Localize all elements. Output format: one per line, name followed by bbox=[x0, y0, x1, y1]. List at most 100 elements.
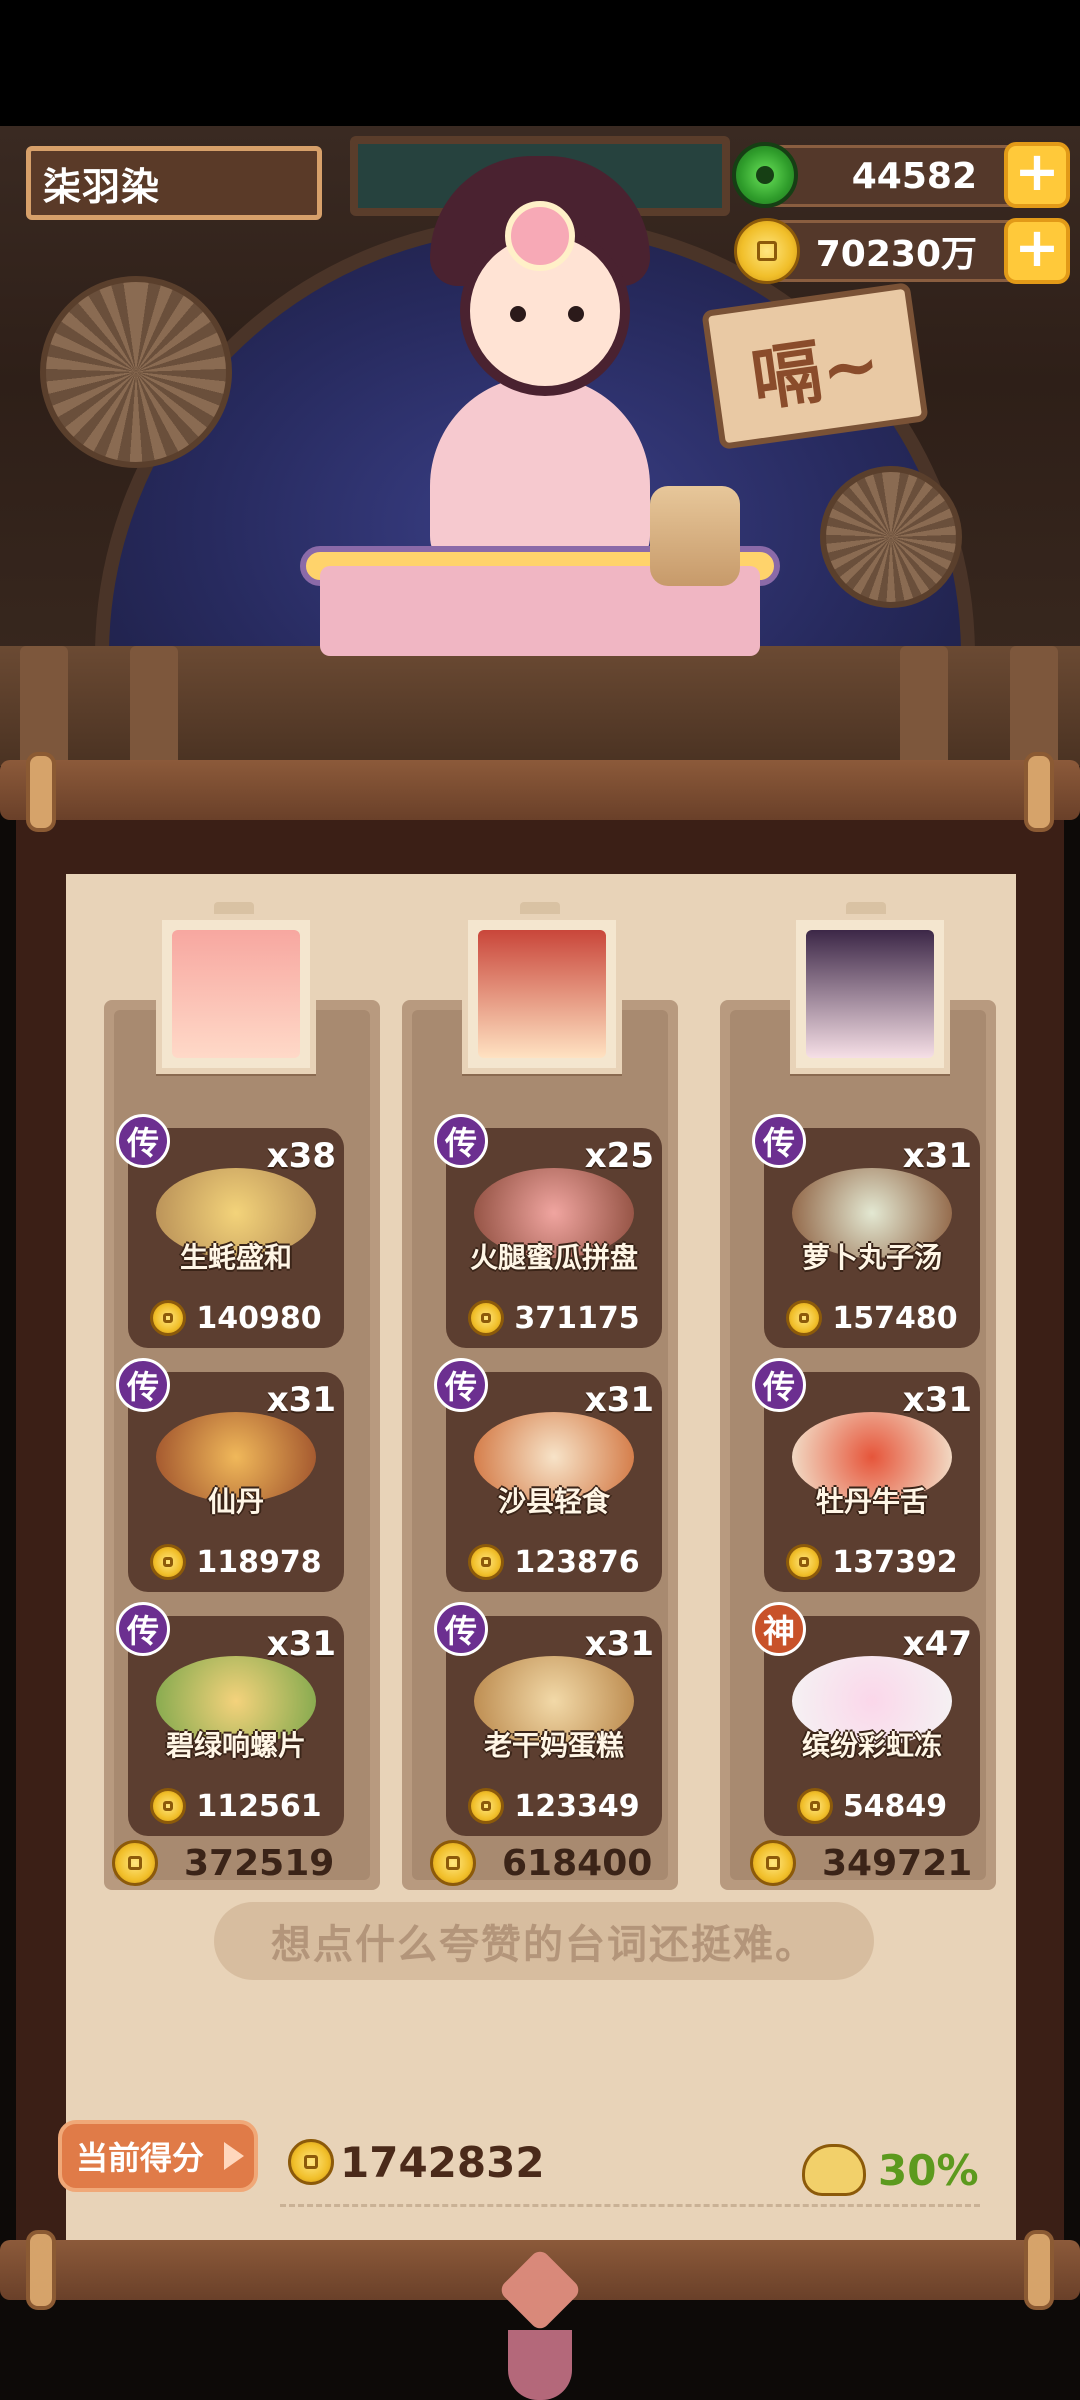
rail-post bbox=[20, 646, 68, 766]
tassel-ornament bbox=[490, 2247, 590, 2400]
dish-price: 371175 bbox=[446, 1298, 662, 1338]
fan-right-icon bbox=[820, 466, 962, 608]
dish-name: 火腿蜜瓜拼盘 bbox=[469, 1241, 638, 1274]
dish-quantity: x31 bbox=[584, 1380, 654, 1420]
dish-card[interactable]: 传 x31 老干妈蛋糕 123349 bbox=[434, 1602, 662, 1836]
rod-knob bbox=[1024, 2230, 1054, 2310]
column-total: 618400 bbox=[430, 1838, 652, 1888]
dish-quantity: x31 bbox=[584, 1624, 654, 1664]
scroll-top-rod bbox=[0, 760, 1080, 820]
coin-icon bbox=[786, 1300, 823, 1336]
flower-ornament-icon bbox=[505, 201, 575, 271]
dish-card[interactable]: 传 x31 碧绿响螺片 112561 bbox=[116, 1602, 344, 1836]
current-score-button[interactable]: 当前得分 bbox=[58, 2120, 258, 2192]
legend-badge: 传 bbox=[434, 1114, 488, 1168]
legend-badge: 传 bbox=[116, 1114, 170, 1168]
coin-icon bbox=[750, 1840, 796, 1886]
dish-card[interactable]: 传 x38 生蚝盛和 140980 bbox=[116, 1114, 344, 1348]
legend-badge: 传 bbox=[116, 1602, 170, 1656]
dish-card[interactable]: 神 x47 缤纷彩虹冻 54849 bbox=[752, 1602, 980, 1836]
legend-badge: 传 bbox=[434, 1358, 488, 1412]
player-name: 柒羽染 bbox=[43, 164, 161, 209]
piggy-bank-icon bbox=[802, 2144, 866, 2196]
dish-price: 123876 bbox=[446, 1542, 662, 1582]
dish-name: 生蚝盛和 bbox=[179, 1241, 292, 1274]
score-value: 1742832 bbox=[288, 2132, 545, 2192]
player-name-box[interactable]: 柒羽染 bbox=[26, 146, 322, 220]
column-total: 349721 bbox=[750, 1838, 972, 1888]
rod-knob bbox=[1024, 752, 1054, 832]
coin-icon bbox=[150, 1788, 187, 1824]
rail-post bbox=[1010, 646, 1058, 766]
coin-icon bbox=[468, 1544, 505, 1580]
fan-left-icon bbox=[40, 276, 232, 468]
dish-name: 沙县轻食 bbox=[497, 1485, 610, 1518]
dish-quantity: x25 bbox=[584, 1136, 654, 1176]
divine-badge: 神 bbox=[752, 1602, 806, 1656]
dish-price: 123349 bbox=[446, 1786, 662, 1826]
dish-price: 157480 bbox=[764, 1298, 980, 1338]
eye bbox=[568, 306, 584, 322]
dish-name: 老干妈蛋糕 bbox=[483, 1729, 624, 1762]
customer-quote: 想点什么夸赞的台词还挺难。 bbox=[214, 1902, 874, 1980]
dish-quantity: x31 bbox=[902, 1136, 972, 1176]
dish-quantity: x31 bbox=[266, 1624, 336, 1664]
divider bbox=[280, 2204, 980, 2207]
legend-badge: 传 bbox=[752, 1114, 806, 1168]
arrow-right-icon bbox=[224, 2142, 244, 2170]
dish-name: 萝卜丸子汤 bbox=[801, 1241, 942, 1274]
coin-icon bbox=[288, 2139, 334, 2185]
coin-icon bbox=[468, 1300, 505, 1336]
dish-card[interactable]: 传 x31 仙丹 118978 bbox=[116, 1358, 344, 1592]
dish-price: 137392 bbox=[764, 1542, 980, 1582]
coin-icon bbox=[112, 1840, 158, 1886]
coin-value: 70230万 bbox=[815, 234, 977, 275]
dish-name: 牡丹牛舌 bbox=[815, 1485, 928, 1518]
add-jade-plus: + bbox=[1014, 140, 1060, 203]
rod-knob bbox=[26, 752, 56, 832]
dish-card[interactable]: 传 x31 萝卜丸子汤 157480 bbox=[752, 1114, 980, 1348]
column-total: 372519 bbox=[112, 1838, 334, 1888]
dish-price: 54849 bbox=[764, 1786, 980, 1826]
dish-card[interactable]: 传 x25 火腿蜜瓜拼盘 371175 bbox=[434, 1114, 662, 1348]
customer-portrait-1[interactable] bbox=[156, 914, 316, 1074]
add-coin-plus: + bbox=[1014, 216, 1060, 279]
dish-price: 118978 bbox=[128, 1542, 344, 1582]
rail-post bbox=[130, 646, 178, 766]
jade-value: 44582 bbox=[851, 155, 977, 197]
coin-icon bbox=[468, 1788, 505, 1824]
dish-price: 112561 bbox=[128, 1786, 344, 1826]
eye bbox=[510, 306, 526, 322]
sticker-text: 嗝~ bbox=[746, 321, 886, 422]
dish-name: 缤纷彩虹冻 bbox=[801, 1729, 942, 1762]
dish-quantity: x31 bbox=[266, 1380, 336, 1420]
customer-portrait-3[interactable] bbox=[790, 914, 950, 1074]
add-jade-button[interactable]: + bbox=[1004, 142, 1070, 208]
add-coin-button[interactable]: + bbox=[1004, 218, 1070, 284]
dish-quantity: x47 bbox=[902, 1624, 972, 1664]
dish-card[interactable]: 传 x31 牡丹牛舌 137392 bbox=[752, 1358, 980, 1592]
dish-card[interactable]: 传 x31 沙县轻食 123876 bbox=[434, 1358, 662, 1592]
score-label: 当前得分 bbox=[76, 2139, 205, 2177]
coin-icon bbox=[786, 1544, 823, 1580]
coin-icon bbox=[796, 1788, 833, 1824]
legend-badge: 传 bbox=[116, 1358, 170, 1412]
dish-name: 仙丹 bbox=[207, 1485, 264, 1518]
dish-quantity: x31 bbox=[902, 1380, 972, 1420]
coin-icon bbox=[150, 1544, 187, 1580]
customer-portrait-2[interactable] bbox=[462, 914, 622, 1074]
coin-icon bbox=[734, 218, 800, 284]
coin-icon bbox=[430, 1840, 476, 1886]
coin-icon bbox=[150, 1300, 187, 1336]
stacked-bowls-icon bbox=[650, 486, 740, 586]
dish-quantity: x38 bbox=[266, 1136, 336, 1176]
dish-name: 碧绿响螺片 bbox=[165, 1729, 306, 1762]
dish-price: 140980 bbox=[128, 1298, 344, 1338]
status-bar bbox=[0, 0, 1080, 126]
burp-sticker: 嗝~ bbox=[701, 282, 929, 450]
rail-post bbox=[900, 646, 948, 766]
legend-badge: 传 bbox=[434, 1602, 488, 1656]
legend-badge: 传 bbox=[752, 1358, 806, 1412]
jade-icon bbox=[732, 142, 798, 208]
rod-knob bbox=[26, 2230, 56, 2310]
